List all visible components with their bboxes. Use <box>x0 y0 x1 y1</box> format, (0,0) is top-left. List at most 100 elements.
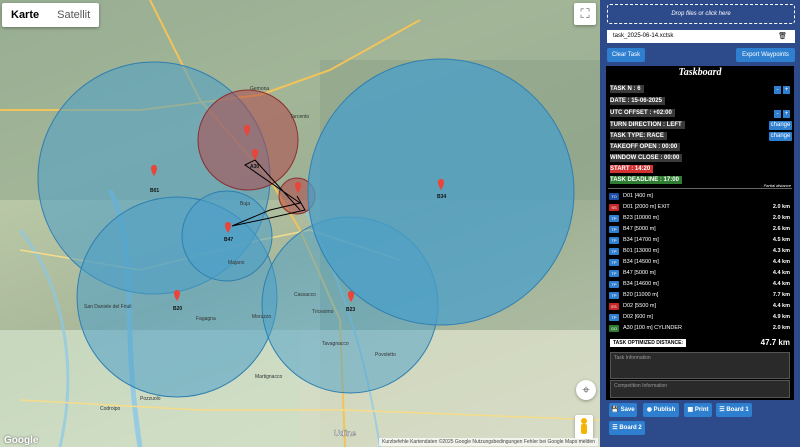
waypoint-distance: 2.0 km <box>772 215 790 221</box>
town-label: Cassacco <box>294 292 316 298</box>
optimized-distance-value: 47.7 km <box>760 338 790 347</box>
waypoint-distance: 4.3 km <box>772 248 790 254</box>
waypoint-type-badge: TP <box>609 248 619 255</box>
map-tab-karte[interactable]: Karte <box>2 3 48 27</box>
task-type: TASK TYPE: RACE <box>610 132 667 140</box>
task-information-field[interactable]: Task Information <box>610 352 790 379</box>
file-drop-zone[interactable]: Drop files or click here <box>607 4 795 24</box>
waypoint-row[interactable]: GO A30 [100 m] CYLINDER 2.0 km <box>608 324 792 333</box>
waypoint-label: B47 <box>224 237 233 243</box>
export-waypoints-button[interactable]: Export Waypoints <box>736 48 795 62</box>
waypoint-name: B34 [14600 m] <box>623 281 659 287</box>
waypoint-row[interactable]: TP B01 [13000 m] 4.3 km <box>608 247 792 256</box>
cylinder-b34 <box>307 58 575 326</box>
save-label: Save <box>620 407 635 413</box>
competition-information-field[interactable]: Competition Information <box>610 380 790 398</box>
waypoint-row[interactable]: TP B47 [5000 m] 2.6 km <box>608 225 792 234</box>
waypoint-type-badge: TO <box>609 193 619 200</box>
takeoff-open[interactable]: TAKEOFF OPEN : 00:00 <box>610 143 681 151</box>
task-deadline[interactable]: TASK DEADLINE : 17:00 <box>610 176 682 184</box>
waypoint-type-badge: TP <box>609 314 619 321</box>
trash-icon[interactable]: 🗑 <box>778 30 787 43</box>
waypoint-row[interactable]: TP B34 [14700 m] 4.5 km <box>608 236 792 245</box>
turn-direction-change-button[interactable]: change <box>769 121 792 130</box>
publish-label: Publish <box>653 407 676 413</box>
waypoint-type-badge: GO <box>609 325 619 332</box>
utc-offset-increase[interactable]: + <box>783 110 790 118</box>
map-view[interactable]: B01 A30 B34 B47 B20 B23 Udine Cassacco T… <box>0 0 600 447</box>
waypoint-type-badge: TP <box>609 237 619 244</box>
cylinder-a30 <box>197 89 299 191</box>
waypoint-label: B20 <box>173 306 182 312</box>
task-type-change-button[interactable]: change <box>769 132 792 141</box>
publish-button[interactable]: ◉ Publish <box>643 403 679 417</box>
waypoint-name: B47 [5000 m] <box>623 270 656 276</box>
fullscreen-icon[interactable]: ⛶ <box>574 3 596 25</box>
town-label: Povoletto <box>375 352 396 358</box>
waypoint-name: B34 [14700 m] <box>623 237 659 243</box>
utc-offset: UTC OFFSET : +02:00 <box>610 109 675 117</box>
waypoint-row[interactable]: TP D02 [600 m] 4.9 km <box>608 313 792 322</box>
town-label: Majano <box>228 260 245 266</box>
town-label: Fagagna <box>196 316 216 322</box>
divider <box>608 188 792 189</box>
locate-icon[interactable]: ⌖ <box>576 380 596 400</box>
turn-direction: TURN DIRECTION : LEFT <box>610 121 685 129</box>
waypoint-row[interactable]: SS D01 [2000 m] EXIT 2.0 km <box>608 203 792 212</box>
waypoint-row[interactable]: TP B20 [11000 m] 7.7 km <box>608 291 792 300</box>
waypoint-distance: 4.4 km <box>772 259 790 265</box>
waypoint-row[interactable]: TP B23 [10000 m] 2.0 km <box>608 214 792 223</box>
town-label: San Daniele del Friuli <box>84 304 132 310</box>
town-label: Udine <box>334 429 357 438</box>
waypoint-distance: 4.5 km <box>772 237 790 243</box>
map-attribution[interactable]: Kurzbefehle Kartendaten ©2025 Google Nut… <box>379 438 598 446</box>
town-label: Tarcento <box>290 114 309 120</box>
waypoint-distance: 7.7 km <box>772 292 790 298</box>
save-button[interactable]: 💾 Save <box>609 403 637 417</box>
print-button[interactable]: ▦ Print <box>684 403 712 417</box>
clear-task-button[interactable]: Clear Task <box>607 48 645 62</box>
waypoint-distance: 4.4 km <box>772 270 790 276</box>
town-label: Gemona <box>250 86 269 92</box>
waypoint-type-badge: TP <box>609 215 619 222</box>
waypoint-row[interactable]: TP B47 [5000 m] 4.4 km <box>608 269 792 278</box>
waypoint-name: D01 [400 m] <box>623 193 653 199</box>
waypoint-name: A30 [100 m] CYLINDER <box>623 325 682 331</box>
optimized-distance-label: TASK OPTIMIZED DISTANCE: <box>610 339 687 347</box>
board2-label: Board 2 <box>619 425 642 431</box>
waypoint-type-badge: TP <box>609 226 619 233</box>
task-date: DATE : 15-06-2025 <box>610 97 665 105</box>
waypoint-row[interactable]: TP B34 [14500 m] 4.4 km <box>608 258 792 267</box>
waypoint-row[interactable]: TP B34 [14600 m] 4.4 km <box>608 280 792 289</box>
waypoint-type-badge: TP <box>609 281 619 288</box>
optimized-distance-row: TASK OPTIMIZED DISTANCE: 47.7 km <box>608 338 792 348</box>
waypoint-distance: 4.9 km <box>772 314 790 320</box>
streetview-pegman-icon[interactable] <box>575 415 593 439</box>
board1-button[interactable]: ☰ Board 1 <box>716 403 752 417</box>
cylinder-b47 <box>181 190 273 282</box>
waypoint-type-badge: TP <box>609 292 619 299</box>
task-number: TASK N : 6 <box>610 85 644 93</box>
print-label: Print <box>694 407 709 413</box>
waypoint-row[interactable]: TO D01 [400 m] <box>608 192 792 201</box>
waypoint-label: B34 <box>437 194 446 200</box>
start-time[interactable]: START : 14:20 <box>610 165 654 173</box>
waypoint-row[interactable]: ES D02 [5500 m] 4.4 km <box>608 302 792 311</box>
map-tab-satellit[interactable]: Satellit <box>48 3 99 27</box>
waypoint-distance: 2.6 km <box>772 226 790 232</box>
utc-offset-decrease[interactable]: - <box>774 110 781 118</box>
town-label: Codroipo <box>100 406 121 412</box>
loaded-file: task_2025-06-14.xctsk 🗑 <box>607 30 795 43</box>
town-label: Tricesimo <box>312 309 334 315</box>
board2-button[interactable]: ☰ Board 2 <box>609 421 645 435</box>
waypoint-name: B01 [13000 m] <box>623 248 659 254</box>
task-number-increase[interactable]: + <box>783 86 790 94</box>
task-number-decrease[interactable]: - <box>774 86 781 94</box>
file-name: task_2025-06-14.xctsk <box>613 33 674 39</box>
taskboard: Taskboard TASK N : 6 - + DATE : 15-06-20… <box>606 66 794 400</box>
waypoint-type-badge: SS <box>609 204 619 211</box>
map-canvas[interactable]: B01 A30 B34 B47 B20 B23 Udine Cassacco T… <box>0 0 600 447</box>
town-label: Buja <box>240 201 250 207</box>
window-close[interactable]: WINDOW CLOSE : 00:00 <box>610 154 683 162</box>
waypoint-distance: 2.0 km <box>772 325 790 331</box>
